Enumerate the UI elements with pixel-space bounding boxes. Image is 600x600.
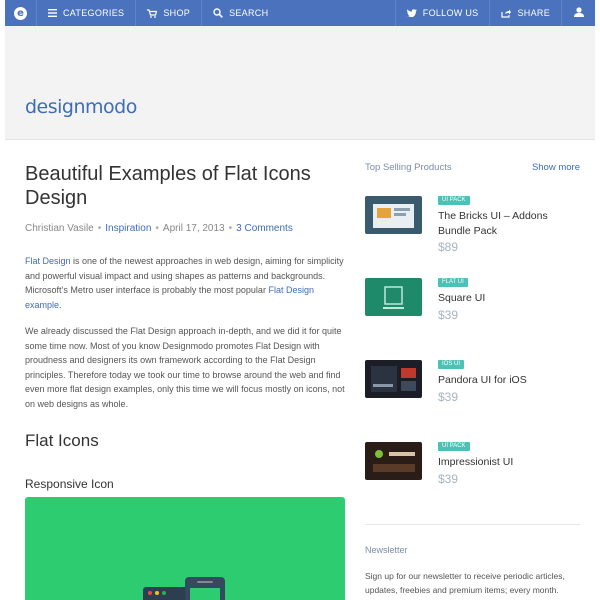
product-thumbnail[interactable] xyxy=(365,278,422,316)
product-item[interactable]: UI PACK Impressionist UI $39 xyxy=(365,442,580,512)
product-thumbnail[interactable] xyxy=(365,442,422,480)
nav-search[interactable]: SEARCH xyxy=(202,0,279,26)
product-badge: IOS UI xyxy=(438,360,465,369)
designmodo-logo-button[interactable]: e xyxy=(5,0,37,26)
product-item[interactable]: UI PACK The Bricks UI – Addons Bundle Pa… xyxy=(365,196,580,266)
menu-icon xyxy=(48,9,57,17)
share-label: SHARE xyxy=(517,8,550,18)
article-comments-link[interactable]: 3 Comments xyxy=(236,223,293,234)
user-icon xyxy=(573,4,584,22)
product-item[interactable]: FLAT UI Square UI $39 xyxy=(365,278,580,348)
follow-us-button[interactable]: FOLLOW US xyxy=(394,0,490,26)
nav-categories-label: CATEGORIES xyxy=(63,8,125,18)
flat-design-link[interactable]: Flat Design xyxy=(25,256,71,266)
article-meta: Christian Vasile • Inspiration • April 17, 2… xyxy=(25,223,293,234)
top-navigation-bar: e CATEGORIES SHOP SEARCH FOLLOW US SHARE xyxy=(5,0,595,26)
product-badge: UI PACK xyxy=(438,442,470,451)
article-category-link[interactable]: Inspiration xyxy=(105,223,151,234)
article-date: April 17, 2013 xyxy=(162,223,225,234)
share-icon xyxy=(501,9,512,18)
share-button[interactable]: SHARE xyxy=(489,0,561,26)
product-badge: UI PACK xyxy=(438,196,470,205)
product-price: $89 xyxy=(438,240,459,254)
subheading-responsive-icon: Responsive Icon xyxy=(25,477,114,491)
nav-shop-label: SHOP xyxy=(163,8,191,18)
product-badge: FLAT UI xyxy=(438,278,468,287)
search-icon xyxy=(213,8,223,18)
product-name[interactable]: Square UI xyxy=(438,291,578,306)
nav-categories[interactable]: CATEGORIES xyxy=(37,0,137,26)
cart-icon xyxy=(147,8,158,18)
user-account-button[interactable] xyxy=(561,0,595,26)
product-price: $39 xyxy=(438,390,459,404)
sidebar: Top Selling Products Show more UI PACK T… xyxy=(365,162,580,595)
article: Beautiful Examples of Flat Icons Design … xyxy=(25,162,350,600)
sidebar-divider xyxy=(365,524,580,525)
article-paragraph-1: Flat Design is one of the newest approac… xyxy=(25,256,344,310)
header-banner: designmodo xyxy=(5,26,595,140)
follow-us-label: FOLLOW US xyxy=(422,8,479,18)
designmodo-wordmark[interactable]: designmodo xyxy=(25,96,137,118)
logo-icon: e xyxy=(14,6,27,20)
top-selling-title: Top Selling Products xyxy=(365,162,452,173)
newsletter-text: Sign up for our newsletter to receive pe… xyxy=(365,571,565,595)
product-name[interactable]: Pandora UI for iOS xyxy=(438,373,578,388)
nav-search-label: SEARCH xyxy=(229,8,269,18)
twitter-icon xyxy=(406,9,417,17)
article-title: Beautiful Examples of Flat Icons Design xyxy=(25,163,311,209)
top-selling-header: Top Selling Products Show more xyxy=(365,162,580,173)
product-price: $39 xyxy=(438,472,459,486)
show-more-link[interactable]: Show more xyxy=(532,162,580,173)
product-item[interactable]: IOS UI Pandora UI for iOS $39 xyxy=(365,360,580,430)
product-name[interactable]: Impressionist UI xyxy=(438,455,578,470)
newsletter-title: Newsletter xyxy=(365,545,408,555)
product-thumbnail[interactable] xyxy=(365,360,422,398)
article-author: Christian Vasile xyxy=(25,223,94,234)
product-name[interactable]: The Bricks UI – Addons Bundle Pack xyxy=(438,209,578,238)
product-price: $39 xyxy=(438,308,459,322)
section-heading-flat-icons: Flat Icons xyxy=(25,431,99,450)
responsive-icon-image xyxy=(25,497,345,600)
nav-shop[interactable]: SHOP xyxy=(136,0,203,26)
article-paragraph-2: We already discussed the Flat Design app… xyxy=(25,326,345,409)
product-thumbnail[interactable] xyxy=(365,196,422,234)
